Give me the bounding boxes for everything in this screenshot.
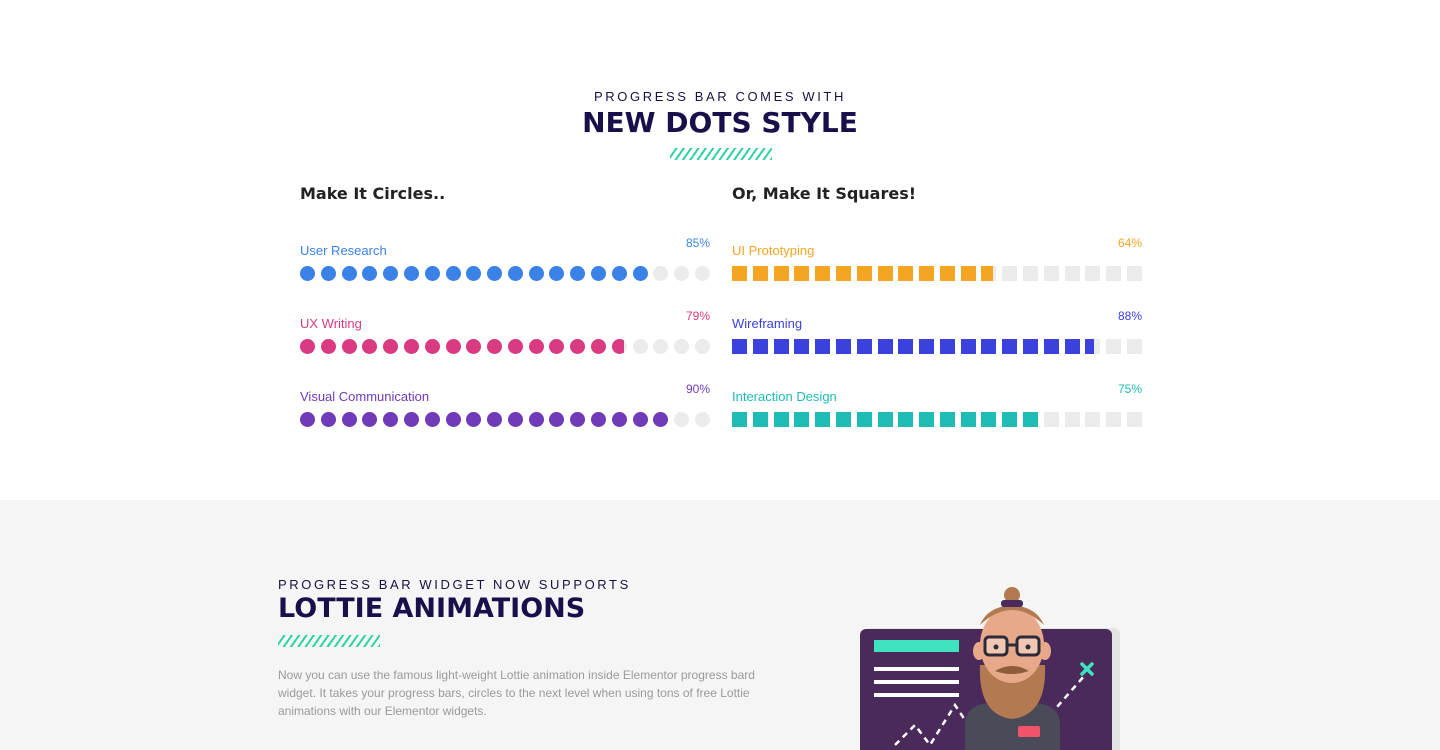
progress-label: Wireframing	[732, 316, 803, 331]
progress-label: User Research	[300, 243, 387, 258]
section-description: Now you can use the famous light-weight …	[278, 668, 755, 718]
squares-heading: Or, Make It Squares!	[732, 184, 917, 203]
progress-dot	[383, 412, 399, 427]
section-eyebrow: PROGRESS BAR WIDGET NOW SUPPORTS	[278, 577, 631, 592]
progress-square	[732, 412, 747, 427]
progress-dot	[300, 412, 315, 427]
progress-square	[877, 412, 893, 427]
progress-square	[1106, 412, 1122, 427]
progress-dot	[653, 412, 669, 427]
progress-square	[981, 412, 997, 427]
progress-bar-visual-communication: Visual Communication 90%	[300, 352, 710, 428]
lottie-section: PROGRESS BAR WIDGET NOW SUPPORTS LOTTIE …	[0, 500, 1440, 750]
progress-percent: 90%	[685, 382, 710, 396]
progress-squares	[732, 412, 1142, 428]
progress-percent: 75%	[1117, 382, 1142, 396]
squares-column: Or, Make It Squares! UI Prototyping 64% …	[732, 184, 1142, 428]
progress-square	[835, 412, 851, 427]
progress-square	[1085, 412, 1101, 427]
progress-dot	[320, 412, 336, 427]
progress-dot	[611, 412, 627, 427]
progress-square	[1127, 412, 1142, 427]
progress-label: UI Prototyping	[732, 243, 815, 258]
progress-bar-user-research: User Research 85%	[300, 206, 710, 281]
progress-square	[1064, 412, 1080, 427]
title-underline-decoration	[278, 635, 380, 647]
section-title: NEW DOTS STYLE	[582, 106, 858, 139]
progress-square	[919, 412, 935, 427]
progress-square	[898, 412, 914, 427]
circles-column: Make It Circles.. User Research 85% UX W…	[300, 184, 710, 428]
title-underline-decoration	[670, 148, 772, 160]
progress-dot	[362, 412, 378, 427]
progress-dot	[632, 412, 648, 427]
progress-dot	[445, 412, 461, 427]
progress-label: UX Writing	[300, 316, 362, 331]
progress-dot	[403, 412, 419, 427]
progress-square	[1023, 412, 1039, 427]
circles-heading: Make It Circles..	[300, 184, 446, 203]
progress-percent: 88%	[1117, 309, 1142, 323]
progress-square	[794, 412, 810, 427]
progress-dot	[466, 412, 482, 427]
progress-square	[752, 412, 768, 427]
progress-label: Visual Communication	[300, 389, 430, 404]
progress-dot	[487, 412, 503, 427]
progress-dot	[341, 412, 357, 427]
developer-illustration	[860, 587, 1120, 750]
progress-dot	[570, 412, 586, 427]
dots-style-section: PROGRESS BAR COMES WITH NEW DOTS STYLE M…	[0, 0, 1440, 500]
progress-label: Interaction Design	[732, 389, 837, 404]
progress-dot	[695, 412, 710, 427]
progress-bar-wireframing: Wireframing 88%	[732, 279, 1142, 354]
progress-square	[939, 412, 955, 427]
progress-square	[815, 412, 831, 427]
section-title: LOTTIE ANIMATIONS	[278, 593, 586, 624]
section-eyebrow: PROGRESS BAR COMES WITH	[594, 89, 846, 104]
progress-dots	[300, 412, 710, 428]
progress-bar-ui-prototyping: UI Prototyping 64%	[732, 206, 1142, 281]
progress-square	[960, 412, 976, 427]
progress-square	[1043, 412, 1059, 427]
progress-dot	[507, 412, 523, 427]
progress-dot	[674, 412, 690, 427]
progress-bar-ux-writing: UX Writing 79%	[300, 279, 710, 354]
progress-square	[773, 412, 789, 427]
progress-dot	[424, 412, 440, 427]
progress-percent: 85%	[685, 236, 710, 250]
progress-square	[856, 412, 872, 427]
progress-square	[1002, 412, 1018, 427]
progress-percent: 79%	[685, 309, 710, 323]
progress-percent: 64%	[1117, 236, 1142, 250]
progress-dot	[549, 412, 565, 427]
progress-dot	[591, 412, 607, 427]
progress-bar-interaction-design: Interaction Design 75%	[732, 352, 1142, 428]
progress-dot	[528, 412, 544, 427]
